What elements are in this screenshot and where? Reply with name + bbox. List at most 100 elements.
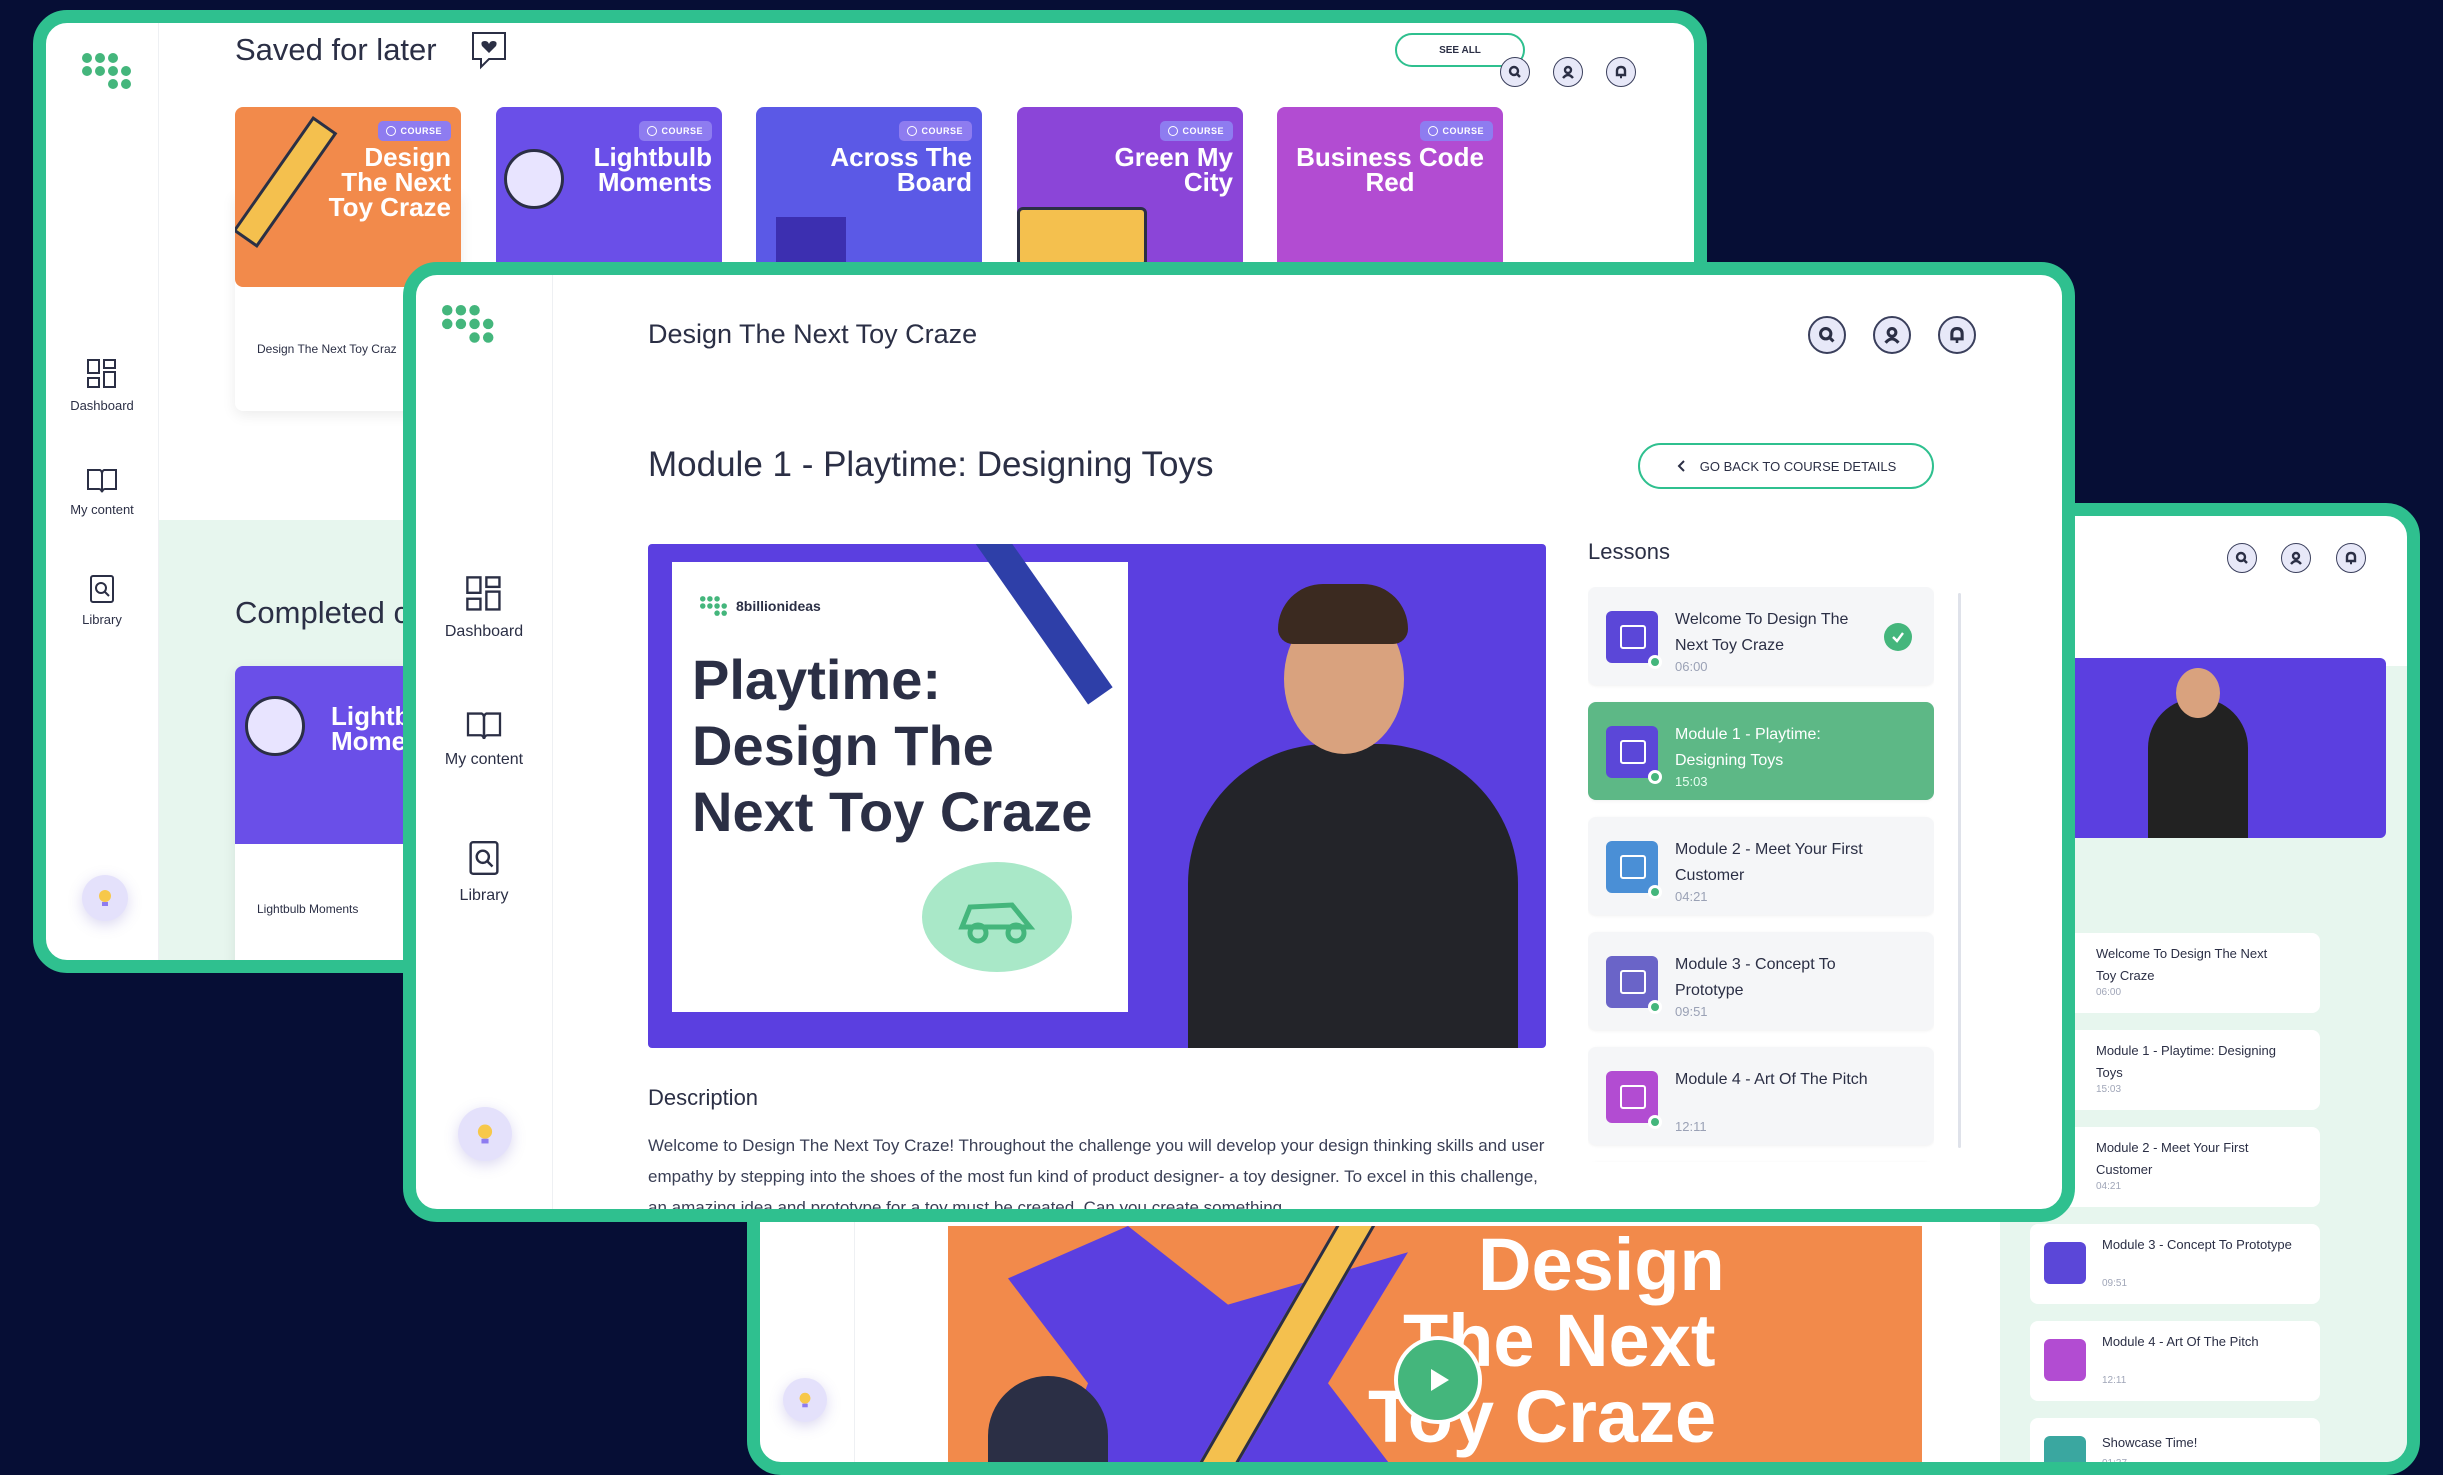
lesson-duration: 15:03 <box>2096 1084 2122 1095</box>
app-logo[interactable] <box>442 305 497 343</box>
lesson-item[interactable]: Module 4 - Art Of The Pitch 12:11 <box>1588 1047 1934 1145</box>
sidebar-item-label: Library <box>82 612 122 627</box>
lesson-item[interactable]: Module 2 - Meet Your First Customer 04:2… <box>1588 817 1934 915</box>
back-sidebar: Dashboard My content Library <box>46 23 159 960</box>
course-card-title: Green My City <box>1114 142 1234 197</box>
sidebar-item-my-content[interactable]: My content <box>416 709 552 769</box>
presenter-head <box>2176 668 2220 718</box>
lesson-duration: 04:21 <box>1675 889 1708 904</box>
lesson-item-active[interactable]: Module 1 - Playtime: Designing Toys 15:0… <box>1588 702 1934 800</box>
sidebar-item-label: My content <box>70 502 134 517</box>
status-dot <box>1648 770 1662 784</box>
bell-icon[interactable] <box>1606 57 1636 87</box>
completed-card-caption: Lightbulb Moments <box>257 902 359 916</box>
lessons-list: Welcome To Design The Next Toy Craze 06:… <box>1588 587 1934 1162</box>
back-button-label: GO BACK TO COURSE DETAILS <box>1699 458 1897 474</box>
sidebar-item-my-content[interactable]: My content <box>46 466 158 517</box>
video-player[interactable]: 8billionideas Playtime: Design The Next … <box>648 544 1546 1048</box>
video-headline-3: Next Toy Craze <box>692 780 1093 843</box>
banner-line1: Design <box>1478 1226 1725 1306</box>
video-headline-2: Design The <box>692 714 994 777</box>
lesson-item[interactable]: Module 4 - Art Of The Pitch 12:11 <box>2030 1321 2320 1401</box>
app-logo[interactable] <box>82 53 134 89</box>
course-card[interactable]: COURSE Green My City <box>1017 107 1243 287</box>
lesson-duration: 09:51 <box>2102 1278 2128 1289</box>
lesson-thumbnail <box>2044 1242 2086 1284</box>
play-button[interactable] <box>1394 1336 1482 1424</box>
lesson-duration: 15:03 <box>1675 774 1708 789</box>
lesson-title: Module 4 - Art Of The Pitch <box>1675 1071 1868 1088</box>
status-dot <box>1648 1115 1662 1129</box>
lesson-title: Module 2 - Meet Your First Customer <box>1675 841 1863 884</box>
sidebar-item-label: Dashboard <box>70 398 134 413</box>
course-chip: COURSE <box>639 121 712 141</box>
sidebar-item-library[interactable]: Library <box>46 574 158 627</box>
user-icon[interactable] <box>1873 316 1911 354</box>
bulb-icon[interactable] <box>458 1107 512 1161</box>
back-to-course-button[interactable]: GO BACK TO COURSE DETAILS <box>1638 443 1934 489</box>
library-icon <box>90 575 114 603</box>
user-icon[interactable] <box>1553 57 1583 87</box>
lesson-duration: 04:21 <box>2096 1181 2122 1192</box>
bulb-icon[interactable] <box>82 875 128 921</box>
lessons-title: Lessons <box>1588 539 1670 564</box>
course-chip: COURSE <box>378 121 451 141</box>
status-dot <box>1648 1000 1662 1014</box>
main-window: Dashboard My content Library Design The … <box>403 262 2075 1222</box>
lightbulb-illustration <box>504 149 564 209</box>
book-icon <box>466 712 502 740</box>
header-title: Design The Next Toy Craze <box>648 319 978 349</box>
lesson-title: Welcome To Design The Next Toy Craze <box>1675 611 1849 654</box>
lesson-title: Module 2 - Meet Your First Customer <box>2096 1140 2249 1177</box>
lesson-item[interactable]: Showcase Time! 01:37 <box>2030 1418 2320 1469</box>
course-card[interactable]: COURSE Business Code Red <box>1277 107 1503 287</box>
search-icon[interactable] <box>1808 316 1846 354</box>
play-icon <box>1431 1369 1449 1391</box>
search-icon[interactable] <box>1500 57 1530 87</box>
course-card-title: Business Code Red <box>1296 142 1484 197</box>
lesson-item[interactable]: Module 3 - Concept To Prototype 09:51 <box>2030 1224 2320 1304</box>
lightbulb-illustration <box>245 696 305 756</box>
check-icon <box>1884 623 1912 651</box>
lesson-duration: 01:37 <box>2102 1458 2128 1469</box>
search-icon[interactable] <box>2227 543 2257 573</box>
user-icon[interactable] <box>2281 543 2311 573</box>
description-text: Welcome to Design The Next Toy Craze! Th… <box>648 1136 1545 1217</box>
lesson-title: Welcome To Design The Next Toy Craze <box>2096 946 2268 983</box>
sidebar-item-dashboard[interactable]: Dashboard <box>46 358 158 413</box>
car-icon <box>958 902 1036 944</box>
course-chip: COURSE <box>1420 121 1493 141</box>
chevron-left-icon <box>1677 460 1685 472</box>
lesson-title: Showcase Time! <box>2102 1435 2198 1450</box>
course-banner[interactable]: Design The Next Toy Craze <box>948 1226 1922 1462</box>
lessons-scrollbar[interactable] <box>1958 593 1961 1148</box>
lesson-duration: 12:11 <box>2102 1375 2127 1386</box>
sidebar-item-dashboard[interactable]: Dashboard <box>416 575 552 641</box>
completed-card-title: Lightb Mome <box>331 701 411 756</box>
bell-icon[interactable] <box>1938 316 1976 354</box>
lesson-item[interactable]: Module 3 - Concept To Prototype 09:51 <box>1588 932 1934 1030</box>
course-card-title: Design The Next Toy Craze <box>328 142 451 222</box>
lesson-title: Module 3 - Concept To Prototype <box>1675 956 1836 999</box>
bell-icon[interactable] <box>2336 543 2366 573</box>
bulb-icon[interactable] <box>783 1378 827 1422</box>
lesson-item[interactable]: Welcome To Design The Next Toy Craze 06:… <box>1588 587 1934 685</box>
sidebar-item-library[interactable]: Library <box>416 839 552 905</box>
completed-title: Completed c <box>235 595 410 630</box>
course-card[interactable]: COURSE Across The Board <box>756 107 982 287</box>
course-card-title: Lightbulb Moments <box>593 142 712 197</box>
sidebar-item-label: My content <box>444 751 524 768</box>
course-card[interactable]: COURSE Lightbulb Moments <box>496 107 722 287</box>
lesson-duration: 06:00 <box>1675 659 1708 674</box>
presenter-hair <box>1278 584 1408 644</box>
video-headline-1: Playtime: <box>692 648 941 711</box>
course-card[interactable]: COURSE Design The Next Toy Craze <box>235 107 461 287</box>
main-sidebar: Dashboard My content Library <box>416 275 553 1209</box>
lesson-duration: 12:11 <box>1675 1119 1707 1134</box>
lesson-title: Module 4 - Art Of The Pitch <box>2102 1334 2259 1349</box>
right-video-thumb[interactable] <box>2048 658 2386 838</box>
heart-speech-icon <box>472 32 506 70</box>
lesson-thumbnail <box>2044 1436 2086 1462</box>
description-title: Description <box>648 1085 759 1110</box>
saved-card-caption: Design The Next Toy Craz <box>257 342 397 356</box>
